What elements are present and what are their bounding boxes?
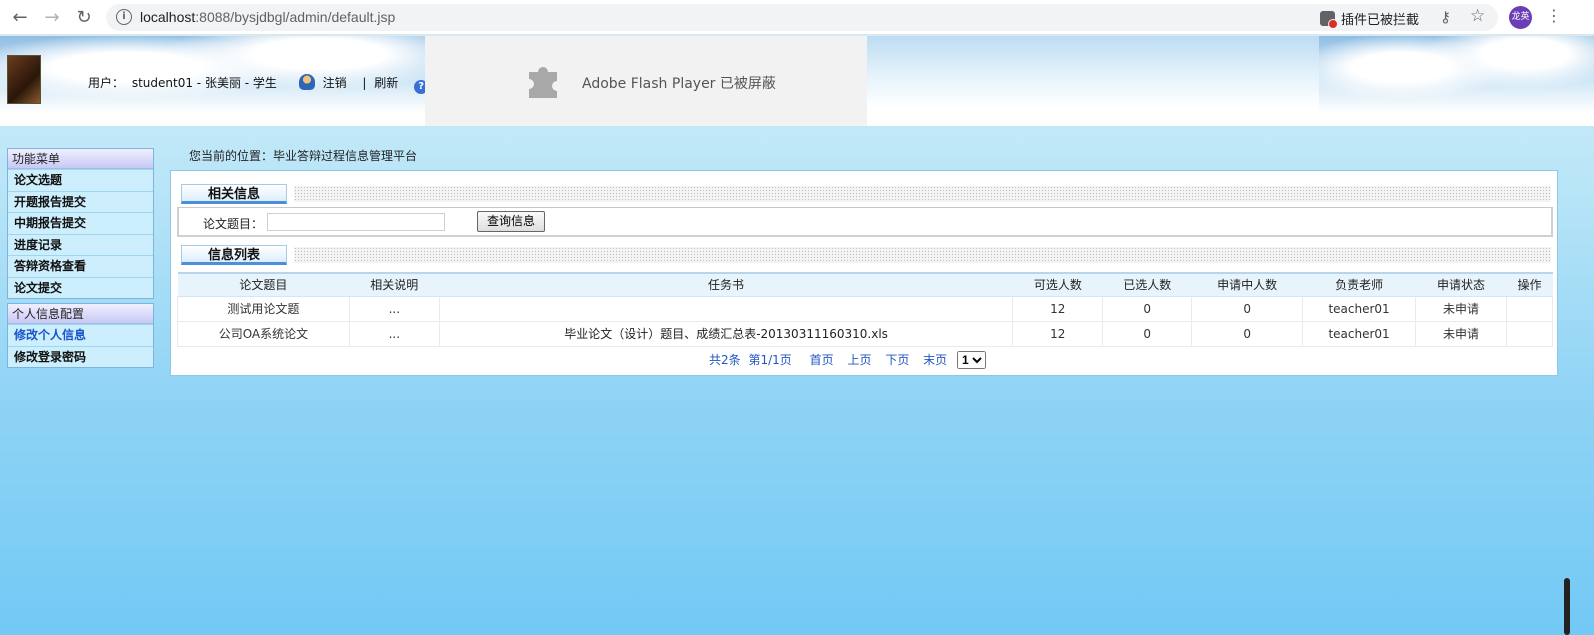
cell-status: 未申请 — [1415, 320, 1507, 347]
pager-next[interactable]: 下页 — [885, 353, 909, 367]
column-header: 论文题目 — [177, 272, 350, 297]
user-label: 用户： — [88, 76, 125, 90]
back-arrow-icon[interactable]: ← — [8, 6, 32, 30]
separator: | — [362, 76, 367, 90]
header-banner-right — [1319, 36, 1594, 126]
table-row: 公司OA系统论文 ... 毕业论文（设计）题目、成绩汇总表-2013031116… — [177, 320, 1554, 347]
thesis-title-input[interactable] — [267, 213, 445, 231]
search-form: 论文题目： 查询信息 — [177, 207, 1553, 237]
cell-action[interactable] — [1505, 320, 1554, 347]
reload-icon[interactable]: ↻ — [72, 6, 96, 30]
cell-selected: 0 — [1102, 295, 1193, 322]
sidebar-item-defense-eligibility[interactable]: 答辩资格查看 — [8, 255, 153, 277]
query-button[interactable]: 查询信息 — [477, 211, 545, 232]
address-bar[interactable]: i localhost:8088/bysjdbgl/admin/default.… — [106, 4, 1498, 31]
cell-status: 未申请 — [1415, 295, 1507, 322]
pager-total: 共2条 — [709, 353, 741, 367]
cell-task-file[interactable]: 毕业论文（设计）题目、成绩汇总表-20130311160310.xls — [438, 320, 1014, 347]
user-photo — [7, 55, 41, 104]
browser-toolbar: ← → ↻ i localhost:8088/bysjdbgl/admin/de… — [0, 0, 1594, 35]
sidebar-item-proposal-submit[interactable]: 开题报告提交 — [8, 190, 153, 212]
cell-available: 12 — [1012, 295, 1104, 322]
section-divider — [294, 186, 1551, 202]
puzzle-icon — [529, 66, 557, 98]
thesis-title-label: 论文题目： — [203, 217, 264, 231]
breadcrumb: 您当前的位置：毕业答辩过程信息管理平台 — [189, 149, 418, 163]
page-select[interactable]: 1 — [957, 351, 986, 369]
sidebar-item-thesis-submit[interactable]: 论文提交 — [8, 276, 153, 298]
user-info: 用户： student01 - 张美丽 - 学生 注销 | 刷新 ? — [88, 74, 432, 94]
site-info-icon[interactable]: i — [116, 9, 132, 25]
table-row: 测试用论文题 ... 12 0 0 teacher01 未申请 — [177, 295, 1554, 322]
thesis-table: 论文题目 相关说明 任务书 可选人数 已选人数 申请中人数 负责老师 申请状态 … — [177, 272, 1554, 347]
cell-task-file[interactable] — [438, 295, 1014, 322]
cell-teacher: teacher01 — [1302, 295, 1417, 322]
cell-selected: 0 — [1102, 320, 1193, 347]
search-section-header: 相关信息 — [178, 176, 1551, 206]
menu-kebab-icon[interactable]: ⋮ — [1546, 6, 1562, 25]
column-header: 操作 — [1506, 272, 1553, 297]
column-header: 申请中人数 — [1191, 272, 1303, 297]
cell-teacher: teacher01 — [1302, 320, 1417, 347]
sidebar-item-progress-record[interactable]: 进度记录 — [8, 233, 153, 255]
pager-last[interactable]: 末页 — [923, 353, 947, 367]
table-header-row: 论文题目 相关说明 任务书 可选人数 已选人数 申请中人数 负责老师 申请状态 … — [177, 272, 1553, 297]
section-title-list: 信息列表 — [181, 245, 287, 265]
cell-title: 测试用论文题 — [177, 295, 350, 322]
column-header: 可选人数 — [1012, 272, 1103, 297]
menu-group-title: 功能菜单 — [8, 149, 153, 169]
list-section-header: 信息列表 — [178, 237, 1551, 267]
sidebar-item-midterm-submit[interactable]: 中期报告提交 — [8, 212, 153, 234]
profile-avatar[interactable]: 龙英 — [1509, 6, 1532, 29]
cell-description-link[interactable]: ... — [348, 295, 440, 322]
key-icon[interactable]: ⚷ — [1440, 8, 1451, 26]
main-panel: 相关信息 论文题目： 查询信息 信息列表 论文题目 相关说明 任务书 可选人数 … — [170, 170, 1558, 376]
sidebar-item-thesis-selection[interactable]: 论文选题 — [8, 169, 153, 191]
column-header: 任务书 — [439, 272, 1013, 297]
cell-description-link[interactable]: ... — [348, 320, 440, 347]
section-title-search: 相关信息 — [181, 184, 287, 204]
scrollbar[interactable] — [1564, 578, 1570, 635]
cell-applying: 0 — [1191, 320, 1304, 347]
pager-first[interactable]: 首页 — [810, 353, 834, 367]
cell-action[interactable] — [1505, 295, 1554, 322]
pager-page: 第1/1页 — [748, 353, 792, 367]
column-header: 已选人数 — [1102, 272, 1192, 297]
puzzle-blocked-icon — [1320, 11, 1338, 29]
menu-group-personal: 个人信息配置 修改个人信息 修改登录密码 — [7, 303, 154, 368]
flash-placeholder[interactable]: Adobe Flash Player 已被屏蔽 — [425, 36, 867, 126]
cell-applying: 0 — [1191, 295, 1304, 322]
user-icon — [298, 74, 315, 90]
menu-group-functions: 功能菜单 论文选题 开题报告提交 中期报告提交 进度记录 答辩资格查看 论文提交 — [7, 148, 154, 299]
section-divider — [294, 247, 1551, 263]
sidebar-item-change-password[interactable]: 修改登录密码 — [8, 345, 153, 367]
sidebar-item-edit-profile[interactable]: 修改个人信息 — [8, 324, 153, 346]
logout-link[interactable]: 注销 — [323, 76, 347, 90]
column-header: 负责老师 — [1302, 272, 1416, 297]
url-text[interactable]: localhost:8088/bysjdbgl/admin/default.js… — [140, 9, 395, 25]
pagination: 共2条 第1/1页 首页 上页 下页 末页 1 — [709, 351, 986, 369]
sidebar: 功能菜单 论文选题 开题报告提交 中期报告提交 进度记录 答辩资格查看 论文提交… — [7, 148, 154, 372]
pager-prev[interactable]: 上页 — [847, 353, 871, 367]
plugin-blocked-indicator[interactable]: 插件已被拦截 — [1320, 9, 1419, 29]
menu-group-title: 个人信息配置 — [8, 304, 153, 324]
flash-blocked-text: Adobe Flash Player 已被屏蔽 — [582, 76, 776, 92]
forward-arrow-icon[interactable]: → — [40, 6, 64, 30]
column-header: 相关说明 — [349, 272, 440, 297]
cell-available: 12 — [1012, 320, 1104, 347]
user-name: student01 - 张美丽 - 学生 — [131, 76, 277, 90]
cell-title: 公司OA系统论文 — [177, 320, 350, 347]
refresh-link[interactable]: 刷新 — [374, 76, 398, 90]
star-icon[interactable]: ☆ — [1470, 6, 1485, 26]
column-header: 申请状态 — [1415, 272, 1507, 297]
